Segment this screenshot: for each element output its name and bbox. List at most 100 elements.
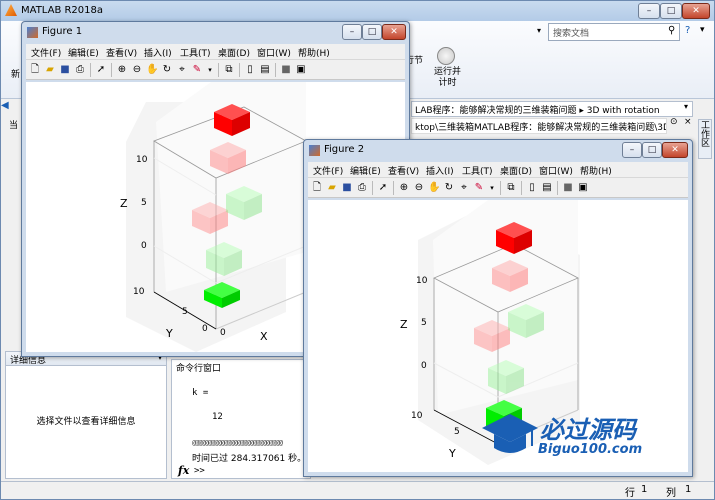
- figure2-title-bar[interactable]: Figure 2 – □ ✕: [304, 140, 692, 162]
- zoom-in-icon[interactable]: ⊕: [116, 64, 128, 76]
- command-window[interactable]: 命令行窗口 k = 12 @@@@@@@@@@@@@@@@@@@@@@@@@@@…: [171, 359, 311, 479]
- colorbar-icon[interactable]: ▯: [244, 64, 256, 76]
- figure1-minimize-button[interactable]: –: [342, 24, 362, 40]
- menu-window[interactable]: 窗口(W): [257, 46, 291, 59]
- print-icon[interactable]: ⎙: [74, 64, 86, 76]
- hide-tools-icon[interactable]: ■: [280, 64, 292, 76]
- colorbar-icon[interactable]: ▯: [526, 182, 538, 194]
- rotate-icon[interactable]: ↻: [161, 64, 173, 76]
- legend-icon[interactable]: ▤: [541, 182, 553, 194]
- matlab-logo-icon: [5, 4, 17, 16]
- figure1-title-bar[interactable]: Figure 1 – □ ✕: [22, 22, 409, 44]
- search-icon[interactable]: ⚲: [668, 25, 675, 36]
- run-and-time-label[interactable]: 运行并 计时: [434, 67, 461, 89]
- pan-icon[interactable]: ✋: [428, 182, 440, 194]
- address-bar[interactable]: LAB程序：能够解决常规的三维装箱问题 ▸ 3D with rotation: [411, 101, 693, 117]
- brush-icon[interactable]: ✎: [191, 64, 203, 76]
- figure1-maximize-button[interactable]: □: [362, 24, 382, 40]
- y-tick: 5: [454, 427, 460, 437]
- workspace-tab[interactable]: 工作区: [698, 119, 712, 159]
- menu-help[interactable]: 帮助(H): [298, 46, 330, 59]
- brush-dropdown-icon[interactable]: ▾: [204, 64, 216, 76]
- ribbon-expand-icon[interactable]: ▾: [700, 25, 705, 35]
- new-figure-icon[interactable]: 🗋: [311, 182, 323, 194]
- data-cursor-icon[interactable]: ⌖: [458, 182, 470, 194]
- panel-options-icon[interactable]: ⊙: [670, 117, 678, 127]
- pan-icon[interactable]: ✋: [146, 64, 158, 76]
- z-tick: 5: [141, 198, 147, 208]
- link-plot-icon[interactable]: ⧉: [223, 64, 235, 76]
- legend-icon[interactable]: ▤: [259, 64, 271, 76]
- brush-icon[interactable]: ✎: [473, 182, 485, 194]
- close-button[interactable]: ✕: [682, 3, 710, 19]
- search-input[interactable]: 搜索文档: [548, 23, 680, 41]
- figure2-menu-bar: 文件(F) 编辑(E) 查看(V) 插入(I) 工具(T) 桌面(D) 窗口(W…: [308, 162, 688, 178]
- menu-tools[interactable]: 工具(T): [180, 46, 211, 59]
- menu-window[interactable]: 窗口(W): [539, 164, 573, 177]
- figure2-minimize-button[interactable]: –: [622, 142, 642, 158]
- zoom-in-icon[interactable]: ⊕: [398, 182, 410, 194]
- menu-insert[interactable]: 插入(I): [144, 46, 172, 59]
- menu-tools[interactable]: 工具(T): [462, 164, 493, 177]
- status-bar: 行 1 列 1: [1, 481, 714, 499]
- data-cursor-icon[interactable]: ⌖: [176, 64, 188, 76]
- pointer-icon[interactable]: ➚: [95, 64, 107, 76]
- menu-file[interactable]: 文件(F): [313, 164, 343, 177]
- z-axis-label: Z: [120, 197, 128, 210]
- save-icon[interactable]: ■: [59, 64, 71, 76]
- menu-file[interactable]: 文件(F): [31, 46, 61, 59]
- y-tick: 5: [182, 307, 188, 317]
- x-tick: 0: [220, 328, 226, 338]
- y-axis-label: Y: [448, 447, 456, 460]
- panel-close-icon[interactable]: ×: [684, 117, 692, 127]
- figure1-close-button[interactable]: ✕: [382, 24, 406, 40]
- maximize-button[interactable]: □: [660, 3, 682, 19]
- menu-edit[interactable]: 编辑(E): [68, 46, 99, 59]
- show-tools-icon[interactable]: ▣: [577, 182, 589, 194]
- function-browser-icon[interactable]: fx: [178, 464, 189, 477]
- back-arrow-icon[interactable]: ◀: [1, 100, 11, 114]
- col-value: 1: [685, 484, 692, 495]
- command-window-title: 命令行窗口: [176, 364, 222, 374]
- quick-access-dropdown-icon[interactable]: ▾: [537, 26, 541, 35]
- current-folder-tab[interactable]: 当: [9, 118, 18, 131]
- menu-view[interactable]: 查看(V): [106, 46, 137, 59]
- brush-dropdown-icon[interactable]: ▾: [486, 182, 498, 194]
- figure2-maximize-button[interactable]: □: [642, 142, 662, 158]
- new-figure-icon[interactable]: 🗋: [29, 64, 41, 76]
- command-prompt[interactable]: >>: [194, 466, 205, 476]
- address-dropdown-icon[interactable]: ▾: [684, 102, 688, 111]
- command-window-header: 命令行窗口: [172, 360, 310, 374]
- figure1-menu-bar: 文件(F) 编辑(E) 查看(V) 插入(I) 工具(T) 桌面(D) 窗口(W…: [26, 44, 405, 60]
- run-and-time-icon[interactable]: [437, 47, 455, 65]
- pointer-icon[interactable]: ➚: [377, 182, 389, 194]
- menu-edit[interactable]: 编辑(E): [350, 164, 381, 177]
- minimize-button[interactable]: –: [638, 3, 660, 19]
- new-script-label[interactable]: 新: [11, 67, 20, 80]
- zoom-out-icon[interactable]: ⊖: [413, 182, 425, 194]
- main-title-bar: MATLAB R2018a – □ ✕: [1, 1, 714, 21]
- menu-desktop[interactable]: 桌面(D): [500, 164, 532, 177]
- zoom-out-icon[interactable]: ⊖: [131, 64, 143, 76]
- menu-desktop[interactable]: 桌面(D): [218, 46, 250, 59]
- link-plot-icon[interactable]: ⧉: [505, 182, 517, 194]
- hide-tools-icon[interactable]: ■: [562, 182, 574, 194]
- print-icon[interactable]: ⎙: [356, 182, 368, 194]
- rotate-icon[interactable]: ↻: [443, 182, 455, 194]
- open-file-icon[interactable]: ▰: [326, 182, 338, 194]
- menu-help[interactable]: 帮助(H): [580, 164, 612, 177]
- menu-view[interactable]: 查看(V): [388, 164, 419, 177]
- help-icon[interactable]: ?: [685, 25, 690, 36]
- show-tools-icon[interactable]: ▣: [295, 64, 307, 76]
- watermark-logo: 必过源码 Biguo100.com: [480, 408, 680, 464]
- open-file-icon[interactable]: ▰: [44, 64, 56, 76]
- menu-insert[interactable]: 插入(I): [426, 164, 454, 177]
- z-tick: 10: [136, 155, 148, 165]
- output-value: 12: [212, 412, 223, 422]
- figure2-close-button[interactable]: ✕: [662, 142, 688, 158]
- watermark-title: 必过源码: [540, 416, 636, 444]
- watermark-url: Biguo100.com: [538, 442, 643, 457]
- details-header-label: 详细信息: [10, 356, 47, 366]
- figure2-title: Figure 2: [324, 144, 365, 155]
- save-icon[interactable]: ■: [341, 182, 353, 194]
